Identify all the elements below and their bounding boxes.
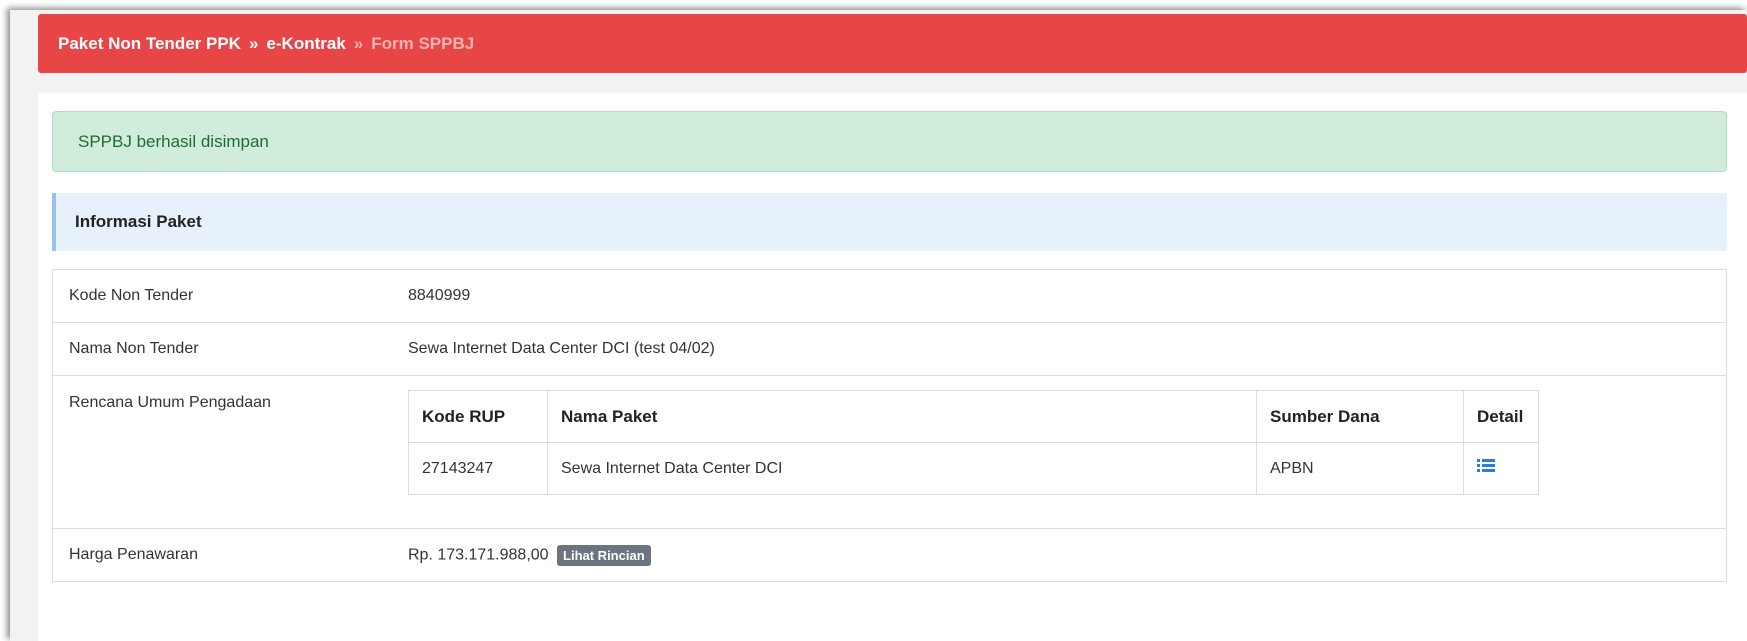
header-detail: Detail <box>1463 390 1539 443</box>
breadcrumb-separator: » <box>248 33 259 53</box>
cell-kode-rup: 27143247 <box>408 442 548 495</box>
rup-label: Rencana Umum Pengadaan <box>69 394 271 411</box>
table-row: 27143247 Sewa Internet Data Center DCI A… <box>408 442 1539 495</box>
header-nama-paket: Nama Paket <box>547 390 1257 443</box>
cell-sumber-dana: APBN <box>1256 442 1464 495</box>
harga-value: Rp. 173.171.988,00 <box>408 546 549 564</box>
cell-nama-paket: Sewa Internet Data Center DCI <box>547 442 1257 495</box>
harga-container: Rp. 173.171.988,00 Lihat Rincian <box>408 544 1726 566</box>
rup-table: Kode RUP Nama Paket Sumber Dana Detail 2… <box>408 390 1539 495</box>
breadcrumb: Paket Non Tender PPK » e-Kontrak » Form … <box>38 14 1747 73</box>
harga-label: Harga Penawaran <box>69 546 198 563</box>
info-row-rup: Rencana Umum Pengadaan Kode RUP Nama Pak… <box>53 376 1726 529</box>
lihat-rincian-button[interactable]: Lihat Rincian <box>557 544 651 566</box>
info-row-nama: Nama Non Tender Sewa Internet Data Cente… <box>53 323 1726 376</box>
info-row-harga: Harga Penawaran Rp. 173.171.988,00 Lihat… <box>53 529 1726 581</box>
success-alert: SPPBJ berhasil disimpan <box>52 111 1727 172</box>
breadcrumb-e-kontrak[interactable]: e-Kontrak <box>266 34 345 54</box>
rup-container: Kode RUP Nama Paket Sumber Dana Detail 2… <box>408 376 1726 528</box>
info-row-kode: Kode Non Tender 8840999 <box>53 270 1726 323</box>
nama-label: Nama Non Tender <box>69 340 199 357</box>
breadcrumb-current: Form SPPBJ <box>371 33 475 53</box>
breadcrumb-separator: » <box>353 33 364 53</box>
kode-label: Kode Non Tender <box>69 287 194 304</box>
browser-window: Paket Non Tender PPK » e-Kontrak » Form … <box>10 10 1747 641</box>
header-sumber-dana: Sumber Dana <box>1256 390 1464 443</box>
list-icon[interactable] <box>1477 459 1495 473</box>
alert-message: SPPBJ berhasil disimpan <box>78 131 269 151</box>
content-panel: SPPBJ berhasil disimpan Informasi Paket … <box>38 93 1747 641</box>
rup-table-header: Kode RUP Nama Paket Sumber Dana Detail <box>408 390 1539 443</box>
nama-value: Sewa Internet Data Center DCI (test 04/0… <box>408 340 715 357</box>
package-info-table: Kode Non Tender 8840999 Nama Non Tender … <box>52 269 1727 582</box>
cell-detail <box>1463 442 1539 495</box>
breadcrumb-paket-non-tender[interactable]: Paket Non Tender PPK <box>58 34 241 54</box>
header-kode-rup: Kode RUP <box>408 390 548 443</box>
kode-value: 8840999 <box>408 287 471 304</box>
section-title-text: Informasi Paket <box>75 212 202 231</box>
section-title: Informasi Paket <box>52 193 1727 251</box>
